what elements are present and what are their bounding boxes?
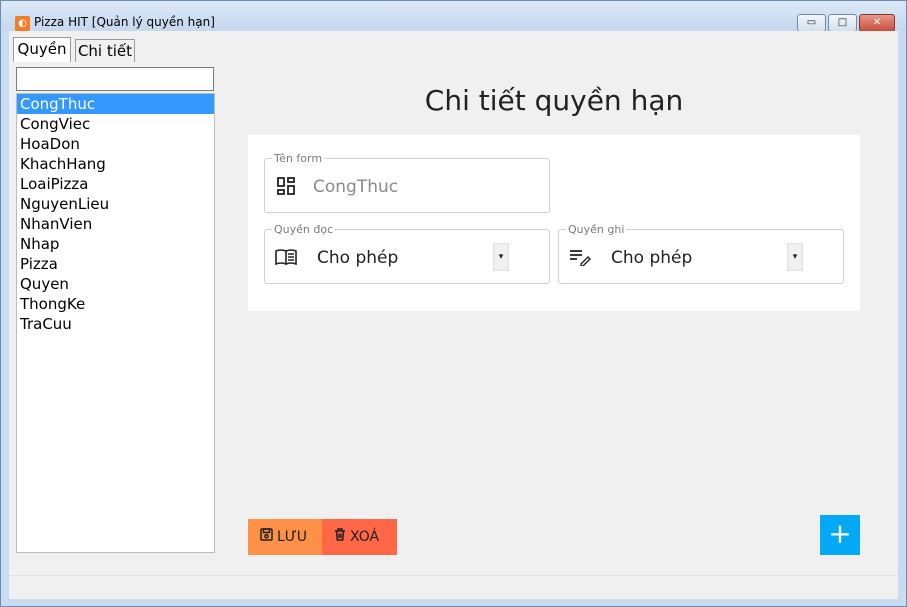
ten-form-value: CongThuc xyxy=(313,177,399,197)
delete-label: XOÁ xyxy=(350,529,380,545)
save-button[interactable]: LƯU xyxy=(248,519,322,555)
tab-quyen[interactable]: Quyền xyxy=(13,37,71,62)
chevron-down-icon[interactable]: ▾ xyxy=(787,243,803,271)
page-title: Chi tiết quyền hạn xyxy=(424,84,684,117)
window-title: Pizza HIT [Quản lý quyền hạn] xyxy=(34,15,215,29)
list-item[interactable]: CongThuc xyxy=(17,94,214,114)
minimize-button[interactable]: ▭ xyxy=(797,14,826,32)
trash-icon xyxy=(334,519,346,555)
list-item[interactable]: Quyen xyxy=(17,274,214,294)
book-icon xyxy=(275,248,297,266)
list-item[interactable]: LoaiPizza xyxy=(17,174,214,194)
add-button[interactable]: + xyxy=(820,515,860,555)
edit-note-icon xyxy=(569,248,591,267)
quyen-ghi-value: Cho phép xyxy=(611,248,693,268)
status-bar xyxy=(9,575,898,599)
save-label: LƯU xyxy=(277,529,308,545)
quyen-doc-value: Cho phép xyxy=(317,248,399,268)
ten-form-field[interactable]: Tên form CongThuc xyxy=(264,152,550,213)
quyen-ghi-label: Quyền ghi xyxy=(566,223,627,236)
quyen-ghi-select[interactable]: Quyền ghi Cho phép ▾ xyxy=(558,223,844,284)
quyen-doc-select[interactable]: Quyền đọc Cho phép ▾ xyxy=(264,223,550,284)
client-area: Quyền Chi tiết CongThuc CongViec HoaDon … xyxy=(9,31,898,599)
list-item[interactable]: Nhap xyxy=(17,234,214,254)
ten-form-label: Tên form xyxy=(272,152,325,165)
tab-chi-tiet[interactable]: Chi tiết xyxy=(75,39,135,62)
app-window: ◐ Pizza HIT [Quản lý quyền hạn] ▭ □ ✕ Qu… xyxy=(0,0,907,607)
chevron-down-icon[interactable]: ▾ xyxy=(493,243,509,271)
delete-button[interactable]: XOÁ xyxy=(322,519,397,555)
list-item[interactable]: NguyenLieu xyxy=(17,194,214,214)
floppy-disk-icon xyxy=(260,519,273,555)
dashboard-icon xyxy=(277,177,295,195)
close-button[interactable]: ✕ xyxy=(859,14,895,32)
list-item[interactable]: Pizza xyxy=(17,254,214,274)
list-item[interactable]: KhachHang xyxy=(17,154,214,174)
form-listbox[interactable]: CongThuc CongViec HoaDon KhachHang LoaiP… xyxy=(16,93,215,553)
list-item[interactable]: ThongKe xyxy=(17,294,214,314)
quyen-doc-label: Quyền đọc xyxy=(272,223,336,236)
maximize-button[interactable]: □ xyxy=(828,14,857,32)
search-input[interactable] xyxy=(16,67,214,91)
list-item[interactable]: CongViec xyxy=(17,114,214,134)
list-item[interactable]: HoaDon xyxy=(17,134,214,154)
title-bar: ◐ Pizza HIT [Quản lý quyền hạn] ▭ □ ✕ xyxy=(1,1,906,32)
list-item[interactable]: NhanVien xyxy=(17,214,214,234)
detail-card: Tên form CongThuc Quyền đọc Cho phép ▾ Q… xyxy=(248,135,860,311)
pizza-logo-icon: ◐ xyxy=(15,16,30,31)
list-item[interactable]: TraCuu xyxy=(17,314,214,334)
